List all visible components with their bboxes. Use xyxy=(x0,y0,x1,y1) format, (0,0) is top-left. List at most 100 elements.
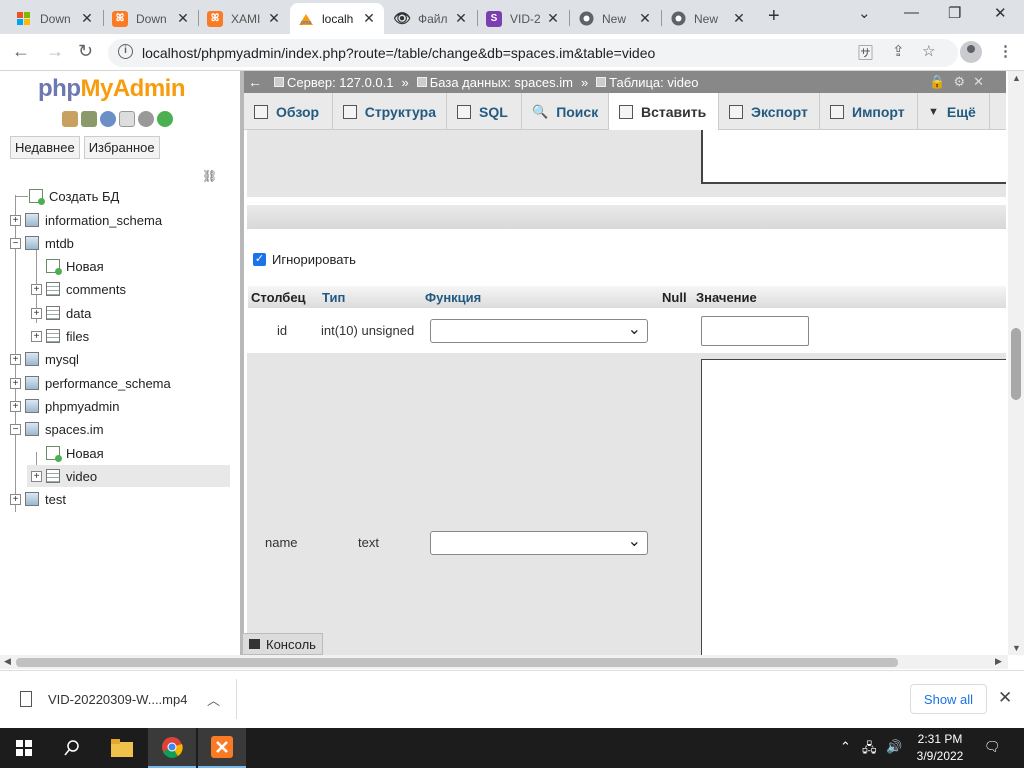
reload-icon[interactable]: ↻ xyxy=(78,41,93,62)
close-tab-icon[interactable]: ✕ xyxy=(638,10,652,27)
close-tab-icon[interactable]: ✕ xyxy=(80,10,94,27)
browser-tab[interactable]: New ✕ xyxy=(570,3,660,34)
logout-icon[interactable] xyxy=(81,111,97,127)
scroll-thumb[interactable] xyxy=(1011,328,1021,400)
translate-icon[interactable]: 🈂 xyxy=(858,42,873,63)
network-icon[interactable]: 🖧 xyxy=(862,739,877,761)
scroll-left-icon[interactable]: ◀ xyxy=(4,656,11,667)
close-window-icon[interactable]: ✕ xyxy=(994,4,1007,22)
chevron-up-icon[interactable]: ︿ xyxy=(207,690,220,709)
settings-gear-icon[interactable] xyxy=(138,111,154,127)
close-tab-icon[interactable]: ✕ xyxy=(362,10,376,27)
browser-tab[interactable]: 👁 Файл ✕ xyxy=(386,3,476,34)
tab-search[interactable]: 🔍 Поиск xyxy=(522,93,609,130)
browser-tab[interactable]: Down ✕ xyxy=(8,3,102,34)
scroll-right-icon[interactable]: ▶ xyxy=(995,656,1002,667)
close-icon[interactable]: ✕ xyxy=(998,688,1012,708)
tab-import[interactable]: Импорт xyxy=(820,93,918,130)
close-tab-icon[interactable]: ✕ xyxy=(454,10,468,27)
tree-item-mtdb-new[interactable]: Новая xyxy=(31,255,104,277)
help-icon[interactable] xyxy=(100,111,116,127)
breadcrumb-database[interactable]: База данных: spaces.im xyxy=(430,75,573,90)
tab-export[interactable]: Экспорт xyxy=(719,93,820,130)
header-function[interactable]: Функция xyxy=(425,290,481,305)
tab-search-icon[interactable]: ⌄ xyxy=(858,4,871,22)
expand-icon[interactable]: + xyxy=(10,214,21,226)
expand-icon[interactable]: + xyxy=(31,470,42,482)
tab-structure[interactable]: Структура xyxy=(333,93,447,130)
bookmark-star-icon[interactable]: ☆ xyxy=(922,42,935,60)
tab-browse[interactable]: Обзор xyxy=(244,93,333,130)
tree-item-create-db[interactable]: Создать БД xyxy=(10,185,119,207)
chrome-taskbar-button[interactable] xyxy=(148,728,196,768)
link-icon[interactable]: ⛓ xyxy=(202,169,217,183)
breadcrumb-table[interactable]: Таблица: video xyxy=(609,75,698,90)
collapse-nav-icon[interactable]: ← xyxy=(248,74,262,90)
collapse-icon[interactable]: − xyxy=(10,237,21,249)
console-toggle[interactable]: Консоль xyxy=(242,633,323,655)
settings-gear-icon[interactable]: ⚙ xyxy=(953,74,965,90)
phpmyadmin-logo[interactable]: phpMyAdmin xyxy=(38,75,185,103)
address-bar[interactable]: i localhost/phpmyadmin/index.php?route=/… xyxy=(108,39,958,67)
restore-icon[interactable]: ❐ xyxy=(948,4,961,22)
tab-insert[interactable]: Вставить xyxy=(609,93,719,131)
ignore-option[interactable]: ✓ Игнорировать xyxy=(253,252,356,267)
ignore-checkbox[interactable]: ✓ xyxy=(253,253,266,266)
search-button[interactable] xyxy=(48,728,96,768)
volume-icon[interactable]: 🔊 xyxy=(886,739,902,755)
file-explorer-button[interactable] xyxy=(98,728,146,768)
tree-item-comments[interactable]: + comments xyxy=(31,278,126,300)
browser-tab[interactable]: ꕤ Down ✕ xyxy=(104,3,198,34)
close-tab-icon[interactable]: ✕ xyxy=(546,10,560,27)
browser-tab[interactable]: New ✕ xyxy=(662,3,754,34)
browser-tab[interactable]: S VID-2 ✕ xyxy=(478,3,568,34)
profile-avatar-icon[interactable] xyxy=(960,41,982,63)
tab-sql[interactable]: SQL xyxy=(447,93,522,130)
breadcrumb-server[interactable]: Сервер: 127.0.0.1 xyxy=(287,75,394,90)
tree-item-mysql[interactable]: + mysql xyxy=(10,348,79,370)
download-item[interactable]: VID-20220309-W....mp4 xyxy=(20,691,187,707)
header-type[interactable]: Тип xyxy=(322,290,345,305)
tree-item-mtdb[interactable]: − mtdb xyxy=(10,232,74,254)
function-select[interactable] xyxy=(430,319,648,343)
scroll-up-icon[interactable]: ▲ xyxy=(1012,73,1021,83)
back-icon[interactable]: ← xyxy=(12,41,30,62)
close-tab-icon[interactable]: ✕ xyxy=(732,10,746,27)
tab-more[interactable]: ▼ Ещё xyxy=(918,93,990,130)
scroll-thumb[interactable] xyxy=(16,658,898,667)
tree-item-information-schema[interactable]: + information_schema xyxy=(10,209,162,231)
home-icon[interactable] xyxy=(62,111,78,127)
expand-icon[interactable]: + xyxy=(31,307,42,319)
xampp-taskbar-button[interactable] xyxy=(198,728,246,768)
tree-item-data[interactable]: + data xyxy=(31,302,91,324)
browser-tab[interactable]: ꕤ XAMI ✕ xyxy=(199,3,289,34)
notifications-icon[interactable]: 🗨 xyxy=(984,739,1001,755)
tree-item-video[interactable]: + video xyxy=(27,465,230,487)
close-icon[interactable]: ✕ xyxy=(973,74,984,90)
value-textarea[interactable] xyxy=(701,359,1006,655)
tray-chevron-icon[interactable]: ⌃ xyxy=(840,739,851,755)
tree-item-performance-schema[interactable]: + performance_schema xyxy=(10,372,171,394)
new-tab-icon[interactable]: + xyxy=(768,5,780,28)
collapse-icon[interactable]: − xyxy=(10,423,21,435)
expand-icon[interactable]: + xyxy=(10,353,21,365)
docs-icon[interactable] xyxy=(119,111,135,127)
close-tab-icon[interactable]: ✕ xyxy=(267,10,281,27)
previous-value-textarea[interactable] xyxy=(701,130,1006,184)
browser-tab-active[interactable]: pma localh ✕ xyxy=(290,3,384,34)
site-info-icon[interactable]: i xyxy=(118,44,133,59)
reload-nav-icon[interactable] xyxy=(157,111,173,127)
tree-item-spaces-im[interactable]: − spaces.im xyxy=(10,418,104,440)
expand-icon[interactable]: + xyxy=(10,493,21,505)
expand-icon[interactable]: + xyxy=(31,330,42,342)
expand-icon[interactable]: + xyxy=(31,283,42,295)
start-button[interactable] xyxy=(0,728,48,768)
show-all-button[interactable]: Show all xyxy=(910,684,987,714)
share-icon[interactable]: ⇪ xyxy=(892,42,905,60)
scroll-down-icon[interactable]: ▼ xyxy=(1012,643,1021,653)
close-tab-icon[interactable]: ✕ xyxy=(176,10,190,27)
taskbar-clock[interactable]: 2:31 PM 3/9/2022 xyxy=(908,731,972,765)
tree-item-spaces-new[interactable]: Новая xyxy=(31,442,104,464)
value-input[interactable] xyxy=(701,316,809,346)
recent-button[interactable]: Недавнее xyxy=(10,136,80,159)
